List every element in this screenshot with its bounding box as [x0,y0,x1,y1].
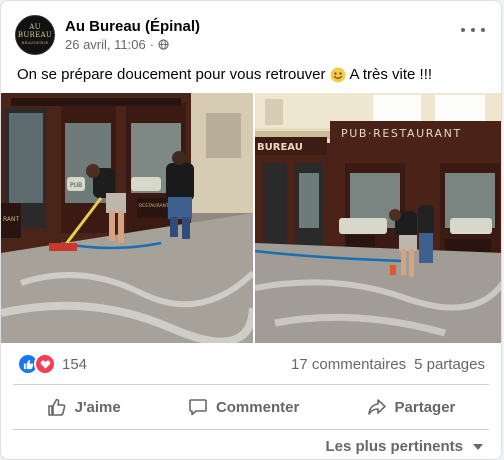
photo-right[interactable]: PUB·RESTAURANT BUREAU [255,93,501,343]
post-text-end: A très vite !!! [349,66,433,83]
post-meta: Au Bureau (Épinal) 26 avril, 11:06 · [65,17,200,53]
photo-right-image: PUB·RESTAURANT BUREAU [255,93,501,343]
photo-sign-restaurant: RESTAURANT [139,203,169,209]
comment-icon [189,399,207,416]
post-text-start: On se prépare doucement pour vous retrou… [17,66,326,83]
globe-icon [158,39,169,50]
page-name[interactable]: Au Bureau (Épinal) [65,17,200,36]
comments-count-link[interactable]: 17 commentaires [291,356,406,373]
dot [481,28,485,32]
reaction-count: 154 [62,355,88,373]
sort-label: Les plus pertinents [325,438,463,455]
caret-down-icon [473,443,483,450]
avatar-logo-text: AU BUREAU [17,23,53,39]
photo-sign-pub-restaurant: PUB·RESTAURANT [341,127,462,140]
post-text: On se prépare doucement pour vous retrou… [17,65,432,85]
action-bar: J'aime Commenter Partager [13,389,489,425]
love-reaction-icon [34,353,56,375]
avatar-logo: AU BUREAU BRASSERIE [16,23,54,47]
post-card: AU BUREAU BRASSERIE Au Bureau (Épinal) 2… [0,0,502,460]
shares-count-link[interactable]: 5 partages [414,356,485,373]
photo-grid: PUB RESTAURANT RANT PUB·RESTAURANT BUREA… [1,93,501,343]
photo-sign-bureau: BUREAU [257,142,303,153]
avatar[interactable]: AU BUREAU BRASSERIE [15,15,55,55]
comment-sort-dropdown[interactable]: Les plus pertinents [325,438,483,455]
smiley-emoji-icon [330,67,346,83]
dot [471,28,475,32]
post-subline: 26 avril, 11:06 · [65,36,200,53]
post-header: AU BUREAU BRASSERIE Au Bureau (Épinal) 2… [15,13,200,57]
thumbs-up-icon [47,398,66,416]
photo-sign-pub: PUB [70,182,82,189]
photo-left-image: PUB RESTAURANT RANT [1,93,253,343]
like-button-label: J'aime [74,398,121,416]
engagement-stats: 17 commentaires 5 partages [291,356,485,373]
photo-sign-rant: RANT [3,216,20,223]
more-options-icon[interactable] [461,23,485,37]
avatar-logo-subtext: BRASSERIE [21,40,49,45]
comment-button[interactable]: Commenter [168,390,319,424]
photo-left[interactable]: PUB RESTAURANT RANT [1,93,253,343]
divider-top [13,384,489,385]
reactions-summary[interactable]: 154 [17,353,87,375]
like-button[interactable]: J'aime [27,390,141,424]
share-arrow-icon [367,399,386,415]
post-date[interactable]: 26 avril, 11:06 [65,36,146,53]
comment-button-label: Commenter [215,398,300,416]
share-button[interactable]: Partager [347,390,476,424]
divider-bottom [13,429,489,430]
dot [461,28,465,32]
share-button-label: Partager [394,398,456,416]
meta-separator: · [149,37,155,52]
